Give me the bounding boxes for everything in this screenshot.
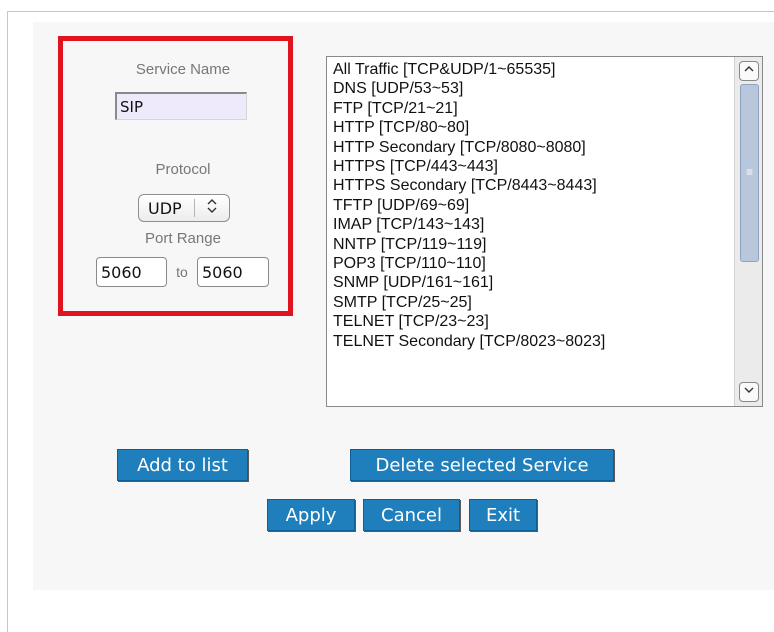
protocol-select[interactable]: UDP xyxy=(138,194,230,222)
apply-button[interactable]: Apply xyxy=(267,499,355,531)
service-list-item[interactable]: All Traffic [TCP&UDP/1~65535] xyxy=(333,60,732,79)
service-list-item[interactable]: IMAP [TCP/143~143] xyxy=(333,215,732,234)
protocol-label: Protocol xyxy=(155,161,211,178)
scroll-down-arrow-icon[interactable] xyxy=(739,382,759,402)
listbox-scrollbar[interactable]: ≡ xyxy=(734,57,762,406)
port-start-input[interactable] xyxy=(96,257,167,287)
port-end-input[interactable] xyxy=(197,257,269,287)
service-name-input[interactable] xyxy=(115,92,247,120)
service-list-item[interactable]: DNS [UDP/53~53] xyxy=(333,79,732,98)
service-list-item[interactable]: HTTPS Secondary [TCP/8443~8443] xyxy=(333,176,732,195)
service-list-item[interactable]: FTP [TCP/21~21] xyxy=(333,99,732,118)
scrollbar-grip-icon: ≡ xyxy=(745,165,753,179)
service-list-item[interactable]: SMTP [TCP/25~25] xyxy=(333,293,732,312)
add-to-list-button[interactable]: Add to list xyxy=(117,449,248,481)
service-list-item[interactable]: HTTPS [TCP/443~443] xyxy=(333,157,732,176)
port-to-label: to xyxy=(176,264,188,280)
delete-selected-service-button[interactable]: Delete selected Service xyxy=(350,449,614,481)
scrollbar-thumb[interactable]: ≡ xyxy=(740,84,759,262)
service-listbox[interactable]: All Traffic [TCP&UDP/1~65535] DNS [UDP/53… xyxy=(326,56,763,407)
service-list-item[interactable]: TELNET Secondary [TCP/8023~8023] xyxy=(333,332,732,351)
service-list-item[interactable]: TFTP [UDP/69~69] xyxy=(333,196,732,215)
scroll-up-arrow-icon[interactable] xyxy=(739,61,759,81)
protocol-selected-value: UDP xyxy=(148,198,182,218)
service-list-item[interactable]: TELNET [TCP/23~23] xyxy=(333,312,732,331)
cancel-button[interactable]: Cancel xyxy=(363,499,460,531)
up-down-chevron-icon xyxy=(195,199,229,217)
service-list-item[interactable]: POP3 [TCP/110~110] xyxy=(333,254,732,273)
service-list-item[interactable]: NNTP [TCP/119~119] xyxy=(333,235,732,254)
service-list-item[interactable]: HTTP [TCP/80~80] xyxy=(333,118,732,137)
exit-button[interactable]: Exit xyxy=(469,499,537,531)
service-list-item[interactable]: SNMP [UDP/161~161] xyxy=(333,273,732,292)
port-range-label: Port Range xyxy=(145,230,221,247)
service-list-items: All Traffic [TCP&UDP/1~65535] DNS [UDP/53… xyxy=(333,60,732,351)
service-list-item[interactable]: HTTP Secondary [TCP/8080~8080] xyxy=(333,138,732,157)
service-name-label: Service Name xyxy=(135,61,231,78)
